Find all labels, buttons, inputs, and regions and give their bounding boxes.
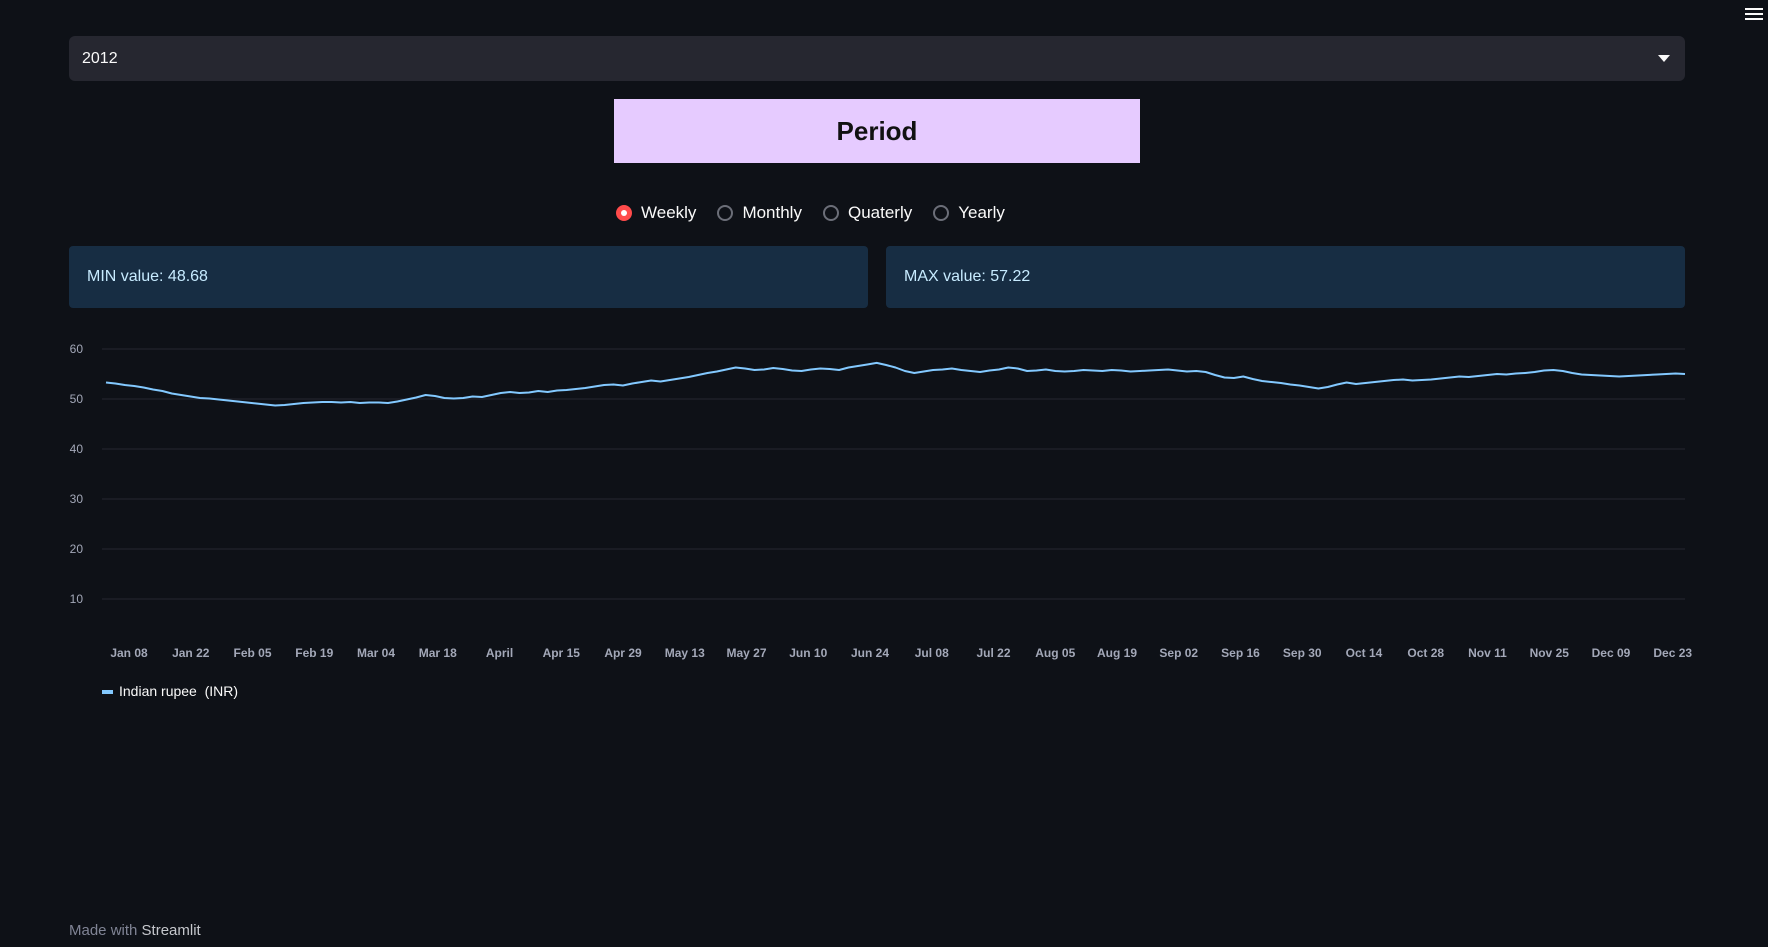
chart-gridlines [102, 348, 1685, 600]
x-tick-label: Sep 30 [1283, 646, 1322, 660]
x-tick-label: Aug 05 [1035, 646, 1075, 660]
x-tick-label: Mar 04 [357, 646, 395, 660]
x-tick-label: Oct 14 [1346, 646, 1383, 660]
x-tick-label: Jul 22 [976, 646, 1010, 660]
chevron-down-icon[interactable] [1658, 55, 1670, 62]
menu-bar [1745, 18, 1763, 20]
radio-yearly[interactable]: Yearly [933, 203, 1005, 223]
y-tick-label: 60 [70, 342, 84, 356]
x-tick-label: Jan 08 [110, 646, 148, 660]
line-chart[interactable]: 10 20 30 40 50 60 Jan 08 Jan 22 Feb 05 Feb 19 Mar… [55, 330, 1700, 710]
radio-label: Monthly [742, 203, 802, 222]
legend-swatch [102, 690, 113, 694]
y-tick-label: 40 [70, 442, 84, 456]
radio-monthly[interactable]: Monthly [717, 203, 802, 223]
radio-label: Weekly [641, 203, 697, 222]
x-tick-label: Dec 09 [1592, 646, 1631, 660]
radio-quaterly[interactable]: Quaterly [822, 203, 913, 223]
x-tick-label: April [486, 646, 513, 660]
footer-prefix: Made with [69, 922, 138, 939]
x-tick-label: May 13 [665, 646, 705, 660]
y-tick-label: 20 [70, 542, 84, 556]
y-tick-label: 30 [70, 492, 84, 506]
x-tick-label: Dec 23 [1653, 646, 1692, 660]
radio-button-icon[interactable] [933, 205, 950, 221]
radio-button-icon[interactable] [717, 205, 734, 221]
year-select[interactable]: 2012 [69, 36, 1685, 81]
x-tick-label: Nov 11 [1468, 646, 1507, 660]
y-tick-label: 10 [70, 592, 84, 606]
x-tick-label: May 27 [726, 646, 766, 660]
x-tick-label: Apr 15 [543, 646, 581, 660]
x-tick-label: Sep 16 [1221, 646, 1260, 660]
year-select-value: 2012 [82, 49, 118, 67]
x-tick-label: Aug 19 [1097, 646, 1137, 660]
x-axis: Jan 08 Jan 22 Feb 05 Feb 19 Mar 04 Mar 18 Apri… [110, 646, 1692, 660]
x-tick-label: Jun 24 [851, 646, 889, 660]
x-tick-label: Nov 25 [1530, 646, 1570, 660]
x-tick-label: Jun 10 [789, 646, 827, 660]
x-tick-label: Jan 22 [172, 646, 210, 660]
radio-label: Yearly [958, 203, 1005, 222]
footer-brand-link[interactable]: Streamlit [142, 922, 201, 939]
x-tick-label: Sep 02 [1159, 646, 1198, 660]
footer: Made with Streamlit [69, 922, 201, 939]
x-tick-label: Jul 08 [915, 646, 949, 660]
hamburger-menu-icon[interactable] [1742, 3, 1766, 25]
x-tick-label: Apr 29 [604, 646, 642, 660]
menu-bar [1745, 13, 1763, 15]
period-header: Period [614, 99, 1140, 163]
min-value-box: MIN value: 48.68 [69, 246, 868, 308]
y-tick-label: 50 [70, 392, 84, 406]
radio-button-checked-icon[interactable] [616, 205, 632, 221]
x-tick-label: Mar 18 [419, 646, 457, 660]
period-radio-group: Weekly Monthly Quaterly Yearly [616, 203, 1026, 223]
radio-label: Quaterly [847, 203, 913, 222]
chart-svg: 10 20 30 40 50 60 Jan 08 Jan 22 Feb 05 Feb 19 Mar… [70, 342, 1693, 699]
x-tick-label: Feb 19 [295, 646, 333, 660]
y-axis: 10 20 30 40 50 60 [70, 342, 84, 606]
menu-bar [1745, 8, 1763, 10]
legend-label: Indian rupee (INR) [119, 683, 238, 699]
chart-legend: Indian rupee (INR) [102, 683, 238, 699]
max-value-box: MAX value: 57.22 [886, 246, 1685, 308]
radio-weekly[interactable]: Weekly [616, 203, 696, 223]
x-tick-label: Oct 28 [1407, 646, 1444, 660]
app-page: 2012 Period Weekly Monthly Quaterly Year… [0, 0, 1768, 947]
x-tick-label: Feb 05 [233, 646, 271, 660]
radio-button-icon[interactable] [822, 205, 839, 221]
